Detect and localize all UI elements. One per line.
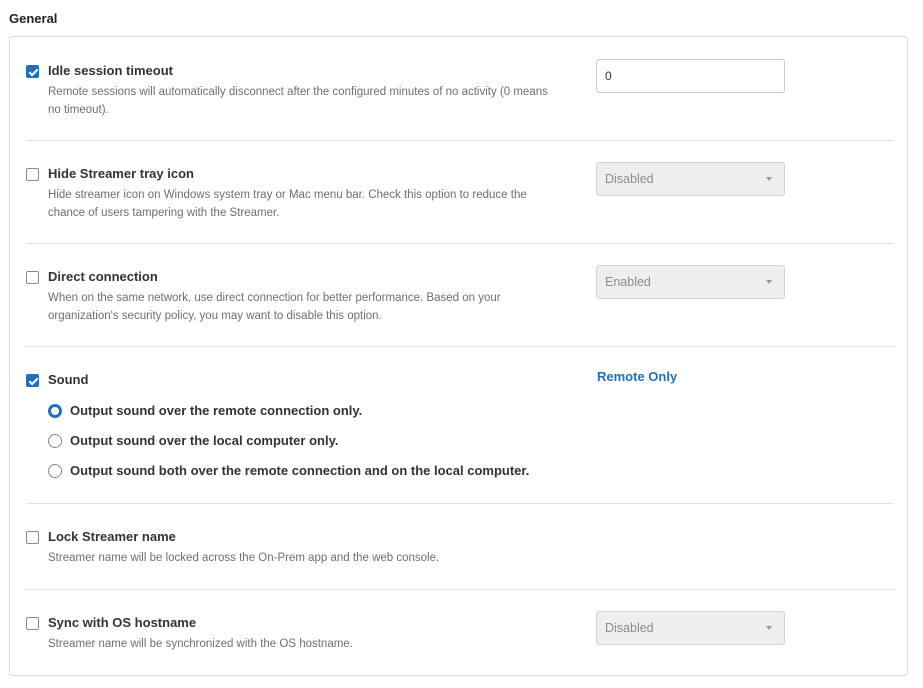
setting-sound: Sound Remote Only Output sound over the … bbox=[26, 369, 894, 482]
divider bbox=[26, 346, 894, 347]
divider bbox=[26, 589, 894, 590]
direct-connection-label: Direct connection bbox=[48, 269, 158, 284]
sound-option-remote-radio[interactable] bbox=[48, 404, 62, 418]
hide-tray-icon-description: Hide streamer icon on Windows system tra… bbox=[48, 189, 527, 219]
sound-checkbox[interactable] bbox=[26, 374, 39, 387]
sound-option-remote-label: Output sound over the remote connection … bbox=[70, 403, 363, 418]
idle-timeout-checkbox[interactable] bbox=[26, 65, 39, 78]
general-settings-panel: Idle session timeout Remote sessions wil… bbox=[9, 36, 908, 676]
hide-tray-icon-checkbox[interactable] bbox=[26, 168, 39, 181]
setting-lock-name: Lock Streamer name Streamer name will be… bbox=[26, 529, 894, 569]
direct-connection-select[interactable]: Enabled bbox=[596, 265, 785, 299]
chevron-down-icon bbox=[766, 626, 772, 630]
setting-sync-hostname: Sync with OS hostname Streamer name will… bbox=[26, 611, 894, 655]
lock-name-label: Lock Streamer name bbox=[48, 529, 176, 544]
sync-hostname-checkbox[interactable] bbox=[26, 617, 39, 630]
chevron-down-icon bbox=[766, 280, 772, 284]
hide-tray-icon-select-value: Disabled bbox=[605, 172, 654, 186]
direct-connection-select-value: Enabled bbox=[605, 275, 651, 289]
sound-option-both-label: Output sound both over the remote connec… bbox=[70, 463, 530, 478]
sound-label: Sound bbox=[48, 372, 89, 387]
lock-name-checkbox[interactable] bbox=[26, 531, 39, 544]
divider bbox=[26, 140, 894, 141]
sync-hostname-select-value: Disabled bbox=[605, 621, 654, 635]
hide-tray-icon-label: Hide Streamer tray icon bbox=[48, 166, 194, 181]
direct-connection-description: When on the same network, use direct con… bbox=[48, 292, 501, 322]
chevron-down-icon bbox=[766, 177, 772, 181]
sync-hostname-select[interactable]: Disabled bbox=[596, 611, 785, 645]
idle-timeout-description: Remote sessions will automatically disco… bbox=[48, 86, 548, 116]
setting-hide-tray-icon: Hide Streamer tray icon Hide streamer ic… bbox=[26, 162, 894, 226]
sync-hostname-description: Streamer name will be synchronized with … bbox=[48, 638, 353, 650]
sync-hostname-label: Sync with OS hostname bbox=[48, 615, 197, 630]
hide-tray-icon-select[interactable]: Disabled bbox=[596, 162, 785, 196]
sound-option-both-radio[interactable] bbox=[48, 464, 62, 478]
divider bbox=[26, 503, 894, 504]
setting-direct-connection: Direct connection When on the same netwo… bbox=[26, 265, 894, 329]
direct-connection-checkbox[interactable] bbox=[26, 271, 39, 284]
setting-idle-timeout: Idle session timeout Remote sessions wil… bbox=[26, 59, 894, 123]
lock-name-description: Streamer name will be locked across the … bbox=[48, 552, 440, 564]
divider bbox=[26, 243, 894, 244]
sound-current-value: Remote Only bbox=[597, 369, 678, 384]
section-title: General bbox=[9, 11, 58, 26]
sound-option-local-radio[interactable] bbox=[48, 434, 62, 448]
idle-timeout-input[interactable] bbox=[596, 59, 785, 93]
sound-option-local-label: Output sound over the local computer onl… bbox=[70, 433, 339, 448]
idle-timeout-label: Idle session timeout bbox=[48, 63, 173, 78]
